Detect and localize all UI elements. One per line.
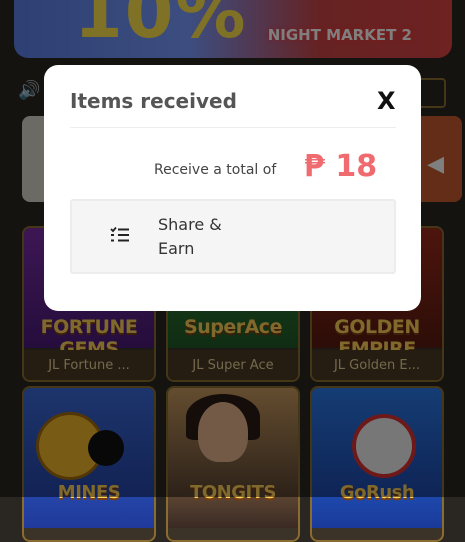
list-icon — [110, 227, 129, 242]
reward-label: Share & Earn — [158, 215, 222, 258]
close-button[interactable]: X — [377, 89, 396, 113]
total-row: Receive a total of ₱ 18 — [44, 147, 421, 184]
total-label: Receive a total of — [154, 162, 277, 178]
dialog-title: Items received — [70, 89, 237, 113]
items-received-dialog: Items received X Receive a total of ₱ 18… — [44, 65, 421, 311]
total-amount: ₱ 18 — [304, 149, 378, 184]
reward-item[interactable]: Share & Earn — [70, 199, 396, 274]
divider — [70, 127, 396, 128]
